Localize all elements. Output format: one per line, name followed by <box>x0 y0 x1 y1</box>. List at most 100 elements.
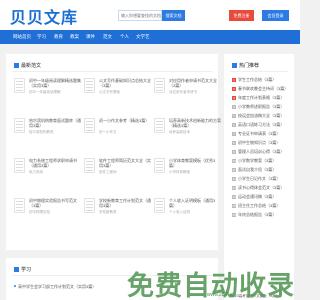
study-item[interactable]: 2023高考英语作文模板（3篇） <box>231 294 279 299</box>
hot-item[interactable]: 2 春节联欢晚会主持词（3篇） <box>232 85 292 93</box>
doc-thumbnail <box>154 78 165 93</box>
doc-subtitle: 个人收入证明 <box>169 210 190 214</box>
doc-title[interactable]: 软件工程师简历范文大全（实用3篇） <box>99 158 151 168</box>
hot-item[interactable]: 3 年度工作计划表格（3篇） <box>232 94 292 102</box>
rank-badge: 12 <box>232 177 236 181</box>
hot-item[interactable]: 4 小学教师述职报告（3篇） <box>232 103 292 111</box>
doc-item[interactable]: 软件工程师简历范文大全（实用3篇） 软件工程师 <box>84 158 152 192</box>
doc-subtitle: 对应用作者申请书 <box>169 90 197 94</box>
doc-thumbnail <box>84 158 95 173</box>
divider <box>230 71 288 72</box>
list-icon <box>14 62 19 68</box>
register-button[interactable]: 免费注册 <box>229 10 254 21</box>
nav-item-literature[interactable]: 文学艺 <box>136 30 150 44</box>
doc-title[interactable]: 哈尔滨机构教育面试题库（通用3篇） <box>29 118 81 128</box>
hot-item[interactable]: 11 面试自我介绍（3篇） <box>232 166 292 174</box>
doc-title[interactable]: 初中一年级阅读理解精选题集（实用3篇） <box>29 78 81 88</box>
doc-title[interactable]: 初一小作文参考（精选3篇） <box>99 118 151 123</box>
doc-subtitle: 小学体育教案 <box>169 170 190 174</box>
doc-thumbnail <box>154 158 165 173</box>
bullet-icon <box>14 285 16 287</box>
hot-item[interactable]: 8 初中生物知识点（3篇） <box>232 139 292 147</box>
site-logo[interactable]: 贝贝文库 <box>10 4 78 28</box>
nav-item-home[interactable]: 网站首页 <box>13 30 31 44</box>
nav-item-lesson-plan[interactable]: 教案 <box>70 30 79 44</box>
rank-badge: 2 <box>232 87 236 91</box>
login-button[interactable]: 会员登录 <box>262 10 289 21</box>
doc-item[interactable]: 哈尔滨机构教育面试题库（通用3篇） 哈尔滨机构教育 <box>14 118 82 152</box>
doc-thumbnail <box>154 198 165 213</box>
hot-item[interactable]: 15 班主任工作总结（3篇） <box>232 202 292 210</box>
hot-item[interactable]: 9 管理人员培训心得（3篇） <box>232 148 292 156</box>
hot-recommend-title: 热门推荐 <box>232 62 259 69</box>
rank-badge: 6 <box>232 123 236 127</box>
nav-item-personal[interactable]: 个人 <box>120 30 129 44</box>
site-header: 贝贝文库 搜索文档 免费注册 会员登录 <box>0 0 300 30</box>
search-input[interactable] <box>118 10 162 21</box>
rank-badge: 3 <box>232 96 236 100</box>
hot-item[interactable]: 16 年终总结报告（3篇） <box>232 211 292 219</box>
flame-icon <box>232 62 237 68</box>
search-button[interactable]: 搜索文档 <box>162 10 185 21</box>
hot-item[interactable]: 10 小学数学教案（3篇） <box>232 157 292 165</box>
doc-item[interactable]: 初一小作文参考（精选3篇） 初一小作文 <box>84 118 152 152</box>
doc-title[interactable]: 学校新教育工作计划范文（通用3篇） <box>99 198 151 208</box>
doc-item[interactable]: 电力系统工程师求职申请书（通用3篇） 电力系统 <box>14 158 82 192</box>
doc-title[interactable]: 个人收入证明模板（通用3篇） <box>169 198 221 208</box>
hot-recommend-panel: 热门推荐 1 学生工作总结（3篇） 2 春节联欢晚会主持词（3篇） 3 年度工作计划表… <box>224 54 294 300</box>
doc-thumbnail <box>14 118 25 133</box>
doc-title[interactable]: 对应用作者申请书范文大全（3篇） <box>169 78 221 88</box>
doc-item[interactable]: 初中物理实验报告书写范文（3篇） 初中物理实验 <box>14 198 82 232</box>
doc-subtitle: 哈尔滨机构教育 <box>29 130 54 134</box>
doc-item[interactable]: 培养高新技术创新能力的方案（精选3篇） 培养高新技术 <box>154 118 222 152</box>
doc-title[interactable]: 小学体育教案模板（优秀3篇） <box>169 158 221 168</box>
doc-title[interactable]: 培养高新技术创新能力的方案（精选3篇） <box>169 118 221 128</box>
doc-thumbnail <box>14 198 25 213</box>
doc-thumbnail <box>84 118 95 133</box>
doc-item[interactable]: 对应用作者申请书范文大全（3篇） 对应用作者申请书 <box>154 78 222 112</box>
doc-item[interactable]: 小学体育教案模板（优秀3篇） 小学体育教案 <box>154 158 222 192</box>
doc-title[interactable]: 初中物理实验报告书写范文（3篇） <box>29 198 81 208</box>
doc-title[interactable]: 电力系统工程师求职申请书（通用3篇） <box>29 158 81 168</box>
latest-docs-panel: 最新范文 初中一年级阅读理解精选题集（实用3篇） 初中一年级阅读理解 公文写作基… <box>6 54 221 250</box>
doc-item[interactable]: 个人收入证明模板（通用3篇） 个人收入证明 <box>154 198 222 232</box>
hot-item[interactable]: 7 专业证书申请表（3篇） <box>232 130 292 138</box>
rank-badge: 1 <box>232 78 236 82</box>
hot-item[interactable]: 5 校运会加油稿大全（3篇） <box>232 112 292 120</box>
rank-badge: 7 <box>232 132 236 136</box>
hot-item[interactable]: 1 学生工作总结（3篇） <box>232 76 292 84</box>
rank-badge: 15 <box>232 204 236 208</box>
doc-thumbnail <box>84 198 95 213</box>
doc-subtitle: 培养高新技术 <box>169 130 190 134</box>
doc-subtitle: 初中物理实验 <box>29 210 50 214</box>
doc-item[interactable]: 公文写作基础知识点总结大全（3篇） 公文写作基础 <box>84 78 152 112</box>
doc-thumbnail <box>14 158 25 173</box>
doc-subtitle: 初一小作文 <box>99 130 117 134</box>
hot-item[interactable]: 13 读书心得体会范文（3篇） <box>232 184 292 192</box>
hot-item[interactable]: 14 运动会通讯稿（3篇） <box>232 193 292 201</box>
rank-badge: 13 <box>232 186 236 190</box>
doc-subtitle: 初中一年级阅读理解 <box>29 90 61 94</box>
doc-item[interactable]: 初中一年级阅读理解精选题集（实用3篇） 初中一年级阅读理解 <box>14 78 82 112</box>
doc-title[interactable]: 公文写作基础知识点总结大全（3篇） <box>99 78 151 88</box>
nav-item-education[interactable]: 教育 <box>54 30 63 44</box>
doc-thumbnail <box>14 78 25 93</box>
doc-thumbnail <box>154 118 165 133</box>
hot-item[interactable]: 6 英语口语练习方法（3篇） <box>232 121 292 129</box>
doc-subtitle: 电力系统 <box>29 170 43 174</box>
rank-badge: 14 <box>232 195 236 199</box>
study-title: 学习 <box>14 266 31 273</box>
latest-docs-title: 最新范文 <box>14 62 41 69</box>
rank-badge: 8 <box>232 141 236 145</box>
doc-thumbnail <box>84 78 95 93</box>
hot-item[interactable]: 12 小学生日记作文（3篇） <box>232 175 292 183</box>
study-item[interactable]: 高中学生会学习部工作计划范文（实用3篇） <box>14 284 96 290</box>
rank-badge: 10 <box>232 159 236 163</box>
nav-item-courseware[interactable]: 课件 <box>86 30 95 44</box>
rank-badge: 16 <box>232 213 236 217</box>
study-panel: 学习 高中学生会学习部工作计划范文（实用3篇） <box>6 258 218 300</box>
nav-item-study[interactable]: 学习 <box>37 30 46 44</box>
doc-item[interactable]: 学校新教育工作计划范文（通用3篇） 学校新教育 <box>84 198 152 232</box>
book-icon <box>14 266 19 272</box>
nav-item-samples[interactable]: 范文 <box>103 30 112 44</box>
